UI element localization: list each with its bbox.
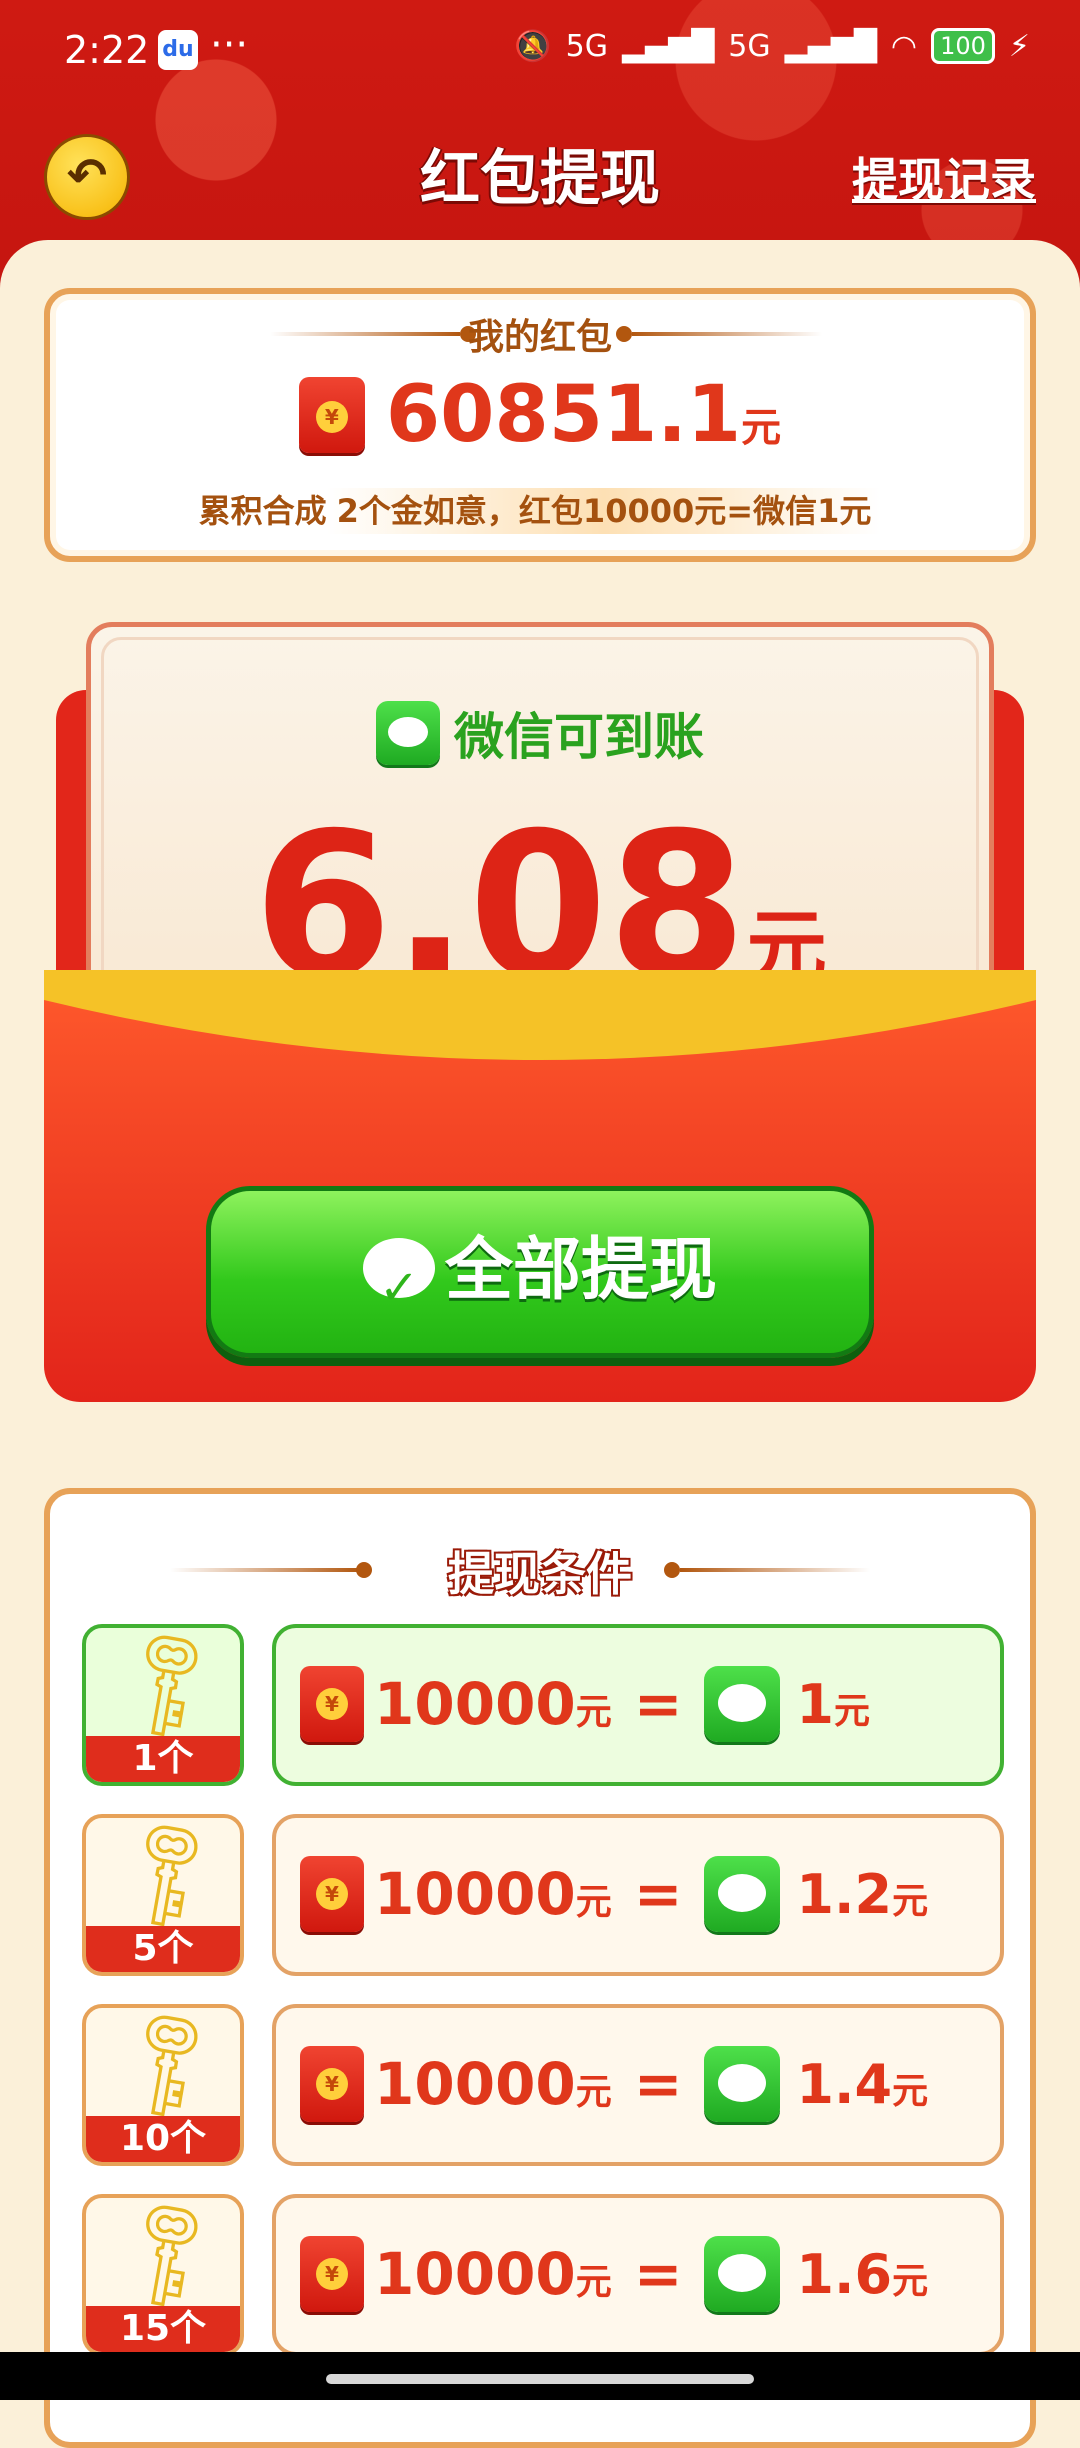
ruyi-count: 1个 — [86, 1736, 240, 1782]
status-indicators: 🔕 5G ▂▄▆█ 5G ▂▄▆█ ◠ 100 ⚡ — [514, 28, 1030, 64]
rate-to: 1.4元 — [796, 2052, 929, 2116]
condition-row[interactable]: 🗝 10个 10000元 = 1.4元 — [82, 2004, 1004, 2168]
charging-icon: ⚡ — [1008, 28, 1030, 64]
rate-from: 10000元 — [374, 2240, 612, 2308]
ruyi-count-box: 🗝 1个 — [82, 1624, 244, 1786]
signal-bars-icon: ▂▄▆█ — [621, 28, 715, 64]
rate-from: 10000元 — [374, 1860, 612, 1928]
exchange-rate-box: 10000元 = 1.4元 — [272, 2004, 1004, 2166]
wechat-icon — [376, 701, 440, 765]
withdraw-conditions-card: 提现条件 🗝 1个 10000元 = 1元 🗝 5个 10000元 = — [44, 1488, 1036, 2448]
condition-row[interactable]: 🗝 15个 10000元 = 1.6元 — [82, 2194, 1004, 2358]
red-packet-icon — [300, 1666, 364, 1742]
withdraw-records-link[interactable]: 提现记录 — [852, 144, 1036, 210]
balance-label: 我的红包 — [467, 317, 612, 358]
condition-row[interactable]: 🗝 5个 10000元 = 1.2元 — [82, 1814, 1004, 1978]
balance-amount: 60851.1元 — [385, 370, 782, 460]
exchange-rate-box: 10000元 = 1元 — [272, 1624, 1004, 1786]
red-packet-icon — [300, 2046, 364, 2122]
ruyi-count-box: 🗝 10个 — [82, 2004, 244, 2166]
rate-to: 1.6元 — [796, 2242, 929, 2306]
balance-row: ¥ 60851.1元 — [50, 370, 1030, 460]
signal-5g-2: 5G — [728, 28, 771, 64]
mute-bell-icon: 🔕 — [514, 28, 552, 64]
conditions-title: 提现条件 — [448, 1547, 632, 1601]
wechat-icon — [704, 2046, 781, 2122]
rate-to: 1.2元 — [796, 1862, 929, 1926]
wechat-available-label: 微信可到账 — [91, 697, 989, 769]
red-packet-icon — [300, 2236, 364, 2312]
balance-unit: 元 — [741, 405, 782, 451]
exchange-rate-box: 10000元 = 1.6元 — [272, 2194, 1004, 2356]
rate-equals: = — [633, 1670, 683, 1738]
wechat-icon — [704, 1856, 781, 1932]
wechat-icon — [362, 1208, 435, 1368]
battery-indicator: 100 — [931, 28, 995, 64]
ruyi-count: 10个 — [86, 2116, 240, 2162]
red-packet-icon — [300, 1856, 364, 1932]
wechat-icon — [704, 1666, 781, 1742]
ruyi-count: 5个 — [86, 1926, 240, 1972]
page-header: ↶ 红包提现 提现记录 — [0, 120, 1080, 230]
rate-to: 1元 — [796, 1672, 871, 1736]
rate-equals: = — [633, 2050, 683, 2118]
ruyi-count-box: 🗝 15个 — [82, 2194, 244, 2356]
status-bar: 2:22 du ··· 🔕 5G ▂▄▆█ 5G ▂▄▆█ ◠ 100 ⚡ — [0, 0, 1080, 100]
my-red-packet-card: 我的红包 ¥ 60851.1元 累积合成 2个金如意，红包10000元=微信1元 — [44, 288, 1036, 562]
home-gesture-handle[interactable] — [326, 2374, 754, 2384]
exchange-rule: 累积合成 2个金如意，红包10000元=微信1元 — [50, 486, 1030, 534]
rate-from: 10000元 — [374, 2050, 612, 2118]
system-navigation-bar — [0, 2352, 1080, 2400]
rate-equals: = — [633, 2240, 683, 2308]
more-notifications-icon: ··· — [210, 22, 249, 68]
red-packet-icon: ¥ — [298, 377, 365, 453]
rate-from: 10000元 — [374, 1670, 612, 1738]
rule-highlight: 2个金如意，红包10000元=微信1元 — [326, 488, 882, 534]
wechat-icon — [704, 2236, 781, 2312]
signal-5g-1: 5G — [565, 28, 608, 64]
rate-equals: = — [633, 1860, 683, 1928]
condition-row[interactable]: 🗝 1个 10000元 = 1元 — [82, 1624, 1004, 1788]
exchange-rate-box: 10000元 = 1.2元 — [272, 1814, 1004, 1976]
ruyi-count-box: 🗝 5个 — [82, 1814, 244, 1976]
withdraw-all-button[interactable]: 全部提现 — [206, 1186, 874, 1368]
signal-bars-icon: ▂▄▆█ — [784, 28, 877, 64]
baidu-app-icon: du — [158, 30, 198, 70]
rule-prefix: 累积合成 — [198, 492, 327, 530]
wifi-icon: ◠ — [890, 28, 918, 64]
status-time: 2:22 — [64, 28, 150, 72]
ruyi-count: 15个 — [86, 2306, 240, 2352]
